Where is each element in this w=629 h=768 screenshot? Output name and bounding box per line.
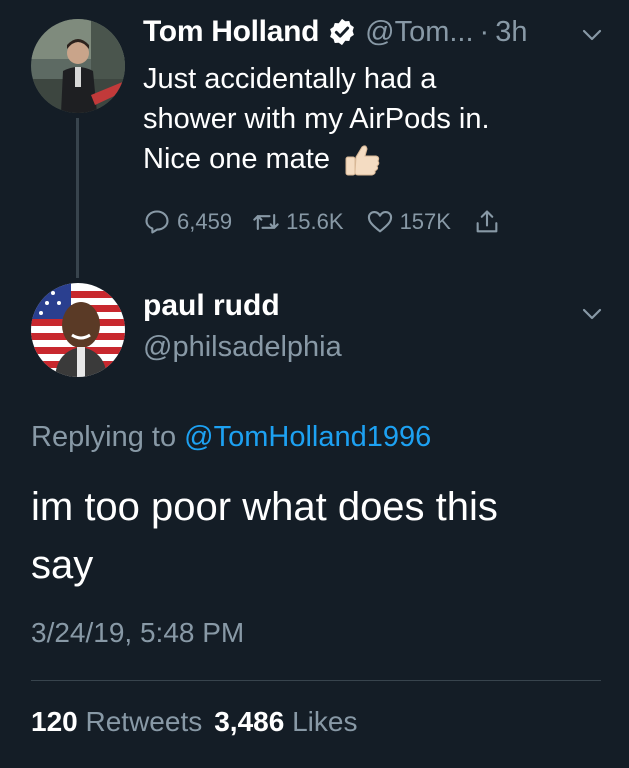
retweet-count: 15.6K bbox=[286, 209, 344, 234]
tweet-text-line: Nice one mate bbox=[143, 143, 330, 175]
tweet-stats: 120 Retweets 3,486 Likes bbox=[31, 706, 357, 738]
likes-stat[interactable]: 3,486 Likes bbox=[214, 706, 357, 737]
author-handle[interactable]: @philsadelphia bbox=[143, 331, 342, 364]
tweet-text-line: im too poor what does this bbox=[31, 485, 498, 529]
reply-count: 6,459 bbox=[177, 209, 233, 234]
avatar[interactable] bbox=[31, 283, 125, 377]
avatar-photo bbox=[31, 283, 125, 377]
replying-to-label: Replying to bbox=[31, 421, 177, 453]
reply-button[interactable]: 6,459 bbox=[143, 208, 232, 236]
author-handle[interactable]: @Tom... bbox=[365, 16, 473, 49]
retweet-icon bbox=[253, 213, 279, 231]
divider bbox=[31, 680, 601, 681]
tweet-text-line: Just accidentally had a bbox=[143, 63, 437, 95]
author-name[interactable]: paul rudd bbox=[143, 289, 280, 323]
like-button[interactable]: 157K bbox=[366, 208, 451, 236]
chevron-down-icon[interactable] bbox=[581, 303, 603, 325]
verified-badge-icon bbox=[330, 18, 355, 46]
share-button[interactable] bbox=[473, 208, 507, 236]
reply-icon bbox=[145, 210, 169, 234]
author-name[interactable]: Tom Holland bbox=[143, 15, 319, 49]
replying-to: Replying to @TomHolland1996 bbox=[31, 421, 431, 454]
tweet-timestamp: 3/24/19, 5:48 PM bbox=[31, 617, 245, 648]
tweet-text-line: say bbox=[31, 543, 94, 587]
retweet-button[interactable]: 15.6K bbox=[252, 208, 344, 236]
separator-dot: · bbox=[479, 15, 490, 48]
tweet-text-line: shower with my AirPods in. bbox=[143, 103, 490, 135]
retweets-label: Retweets bbox=[85, 706, 203, 737]
tweet-text: im too poor what does this say bbox=[31, 478, 601, 594]
likes-count: 3,486 bbox=[214, 706, 285, 737]
like-count: 157K bbox=[399, 209, 451, 234]
tweet-time[interactable]: 3h bbox=[495, 16, 527, 49]
retweets-stat[interactable]: 120 Retweets bbox=[31, 706, 202, 737]
thumbs-up-icon bbox=[345, 145, 380, 176]
tweet-text-line-with-emoji: Nice one mate bbox=[143, 139, 603, 179]
heart-icon bbox=[367, 211, 392, 233]
likes-label: Likes bbox=[292, 706, 358, 737]
mention-link[interactable]: @TomHolland1996 bbox=[184, 421, 431, 453]
avatar-photo bbox=[31, 19, 125, 113]
chevron-down-icon[interactable] bbox=[581, 24, 603, 46]
avatar[interactable] bbox=[31, 19, 125, 113]
tweet-header: Tom Holland @Tom... · 3h bbox=[143, 14, 527, 50]
retweets-count: 120 bbox=[31, 706, 78, 737]
share-icon bbox=[476, 210, 498, 233]
thread-line bbox=[76, 118, 79, 278]
tweet-text: Just accidentally had a shower with my A… bbox=[143, 59, 603, 179]
original-tweet[interactable]: Tom Holland @Tom... · 3h Just accidental… bbox=[0, 0, 629, 280]
tweet-actions: 6,459 15.6K 157K bbox=[143, 202, 507, 242]
